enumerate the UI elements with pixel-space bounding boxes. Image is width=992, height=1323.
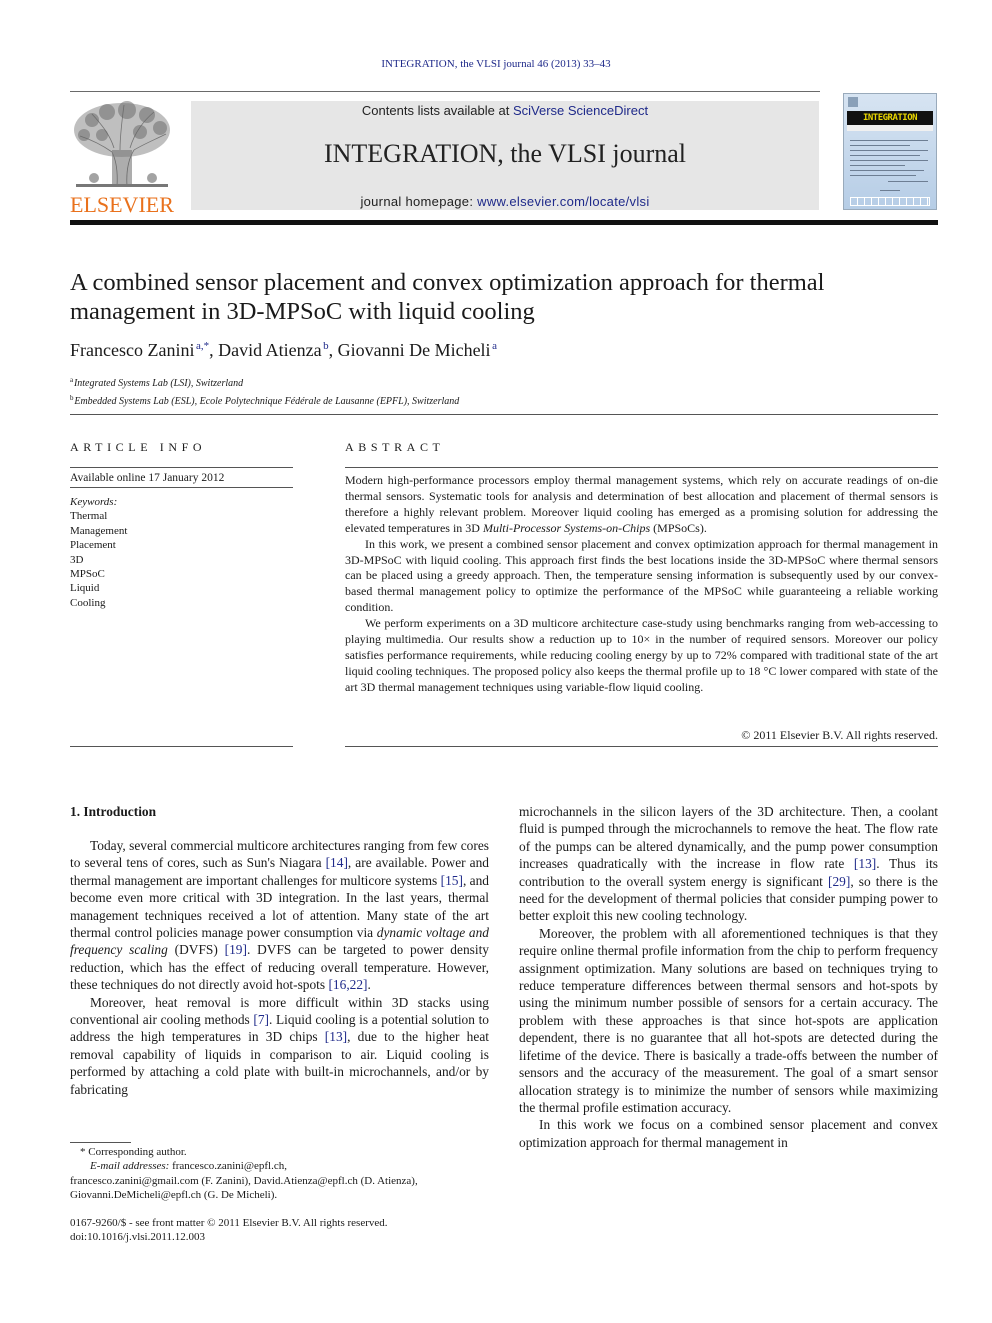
citation-link[interactable]: [29] bbox=[828, 874, 850, 889]
abstract-heading: ABSTRACT bbox=[345, 440, 445, 454]
author-name[interactable]: Giovanni De Micheli bbox=[338, 340, 491, 360]
cover-toc-line bbox=[850, 170, 924, 171]
cover-publisher-icon bbox=[848, 97, 858, 107]
abstract-paragraph: In this work, we present a combined sens… bbox=[345, 536, 938, 615]
abstract-italic-term: Multi-Processor Systems-on-Chips bbox=[482, 520, 651, 535]
affiliation-text: Embedded Systems Lab (ESL), Ecole Polyte… bbox=[74, 396, 460, 407]
elsevier-logo[interactable]: ELSEVIER bbox=[70, 100, 190, 217]
masthead-rule bbox=[70, 220, 938, 225]
affiliations: a Integrated Systems Lab (LSI), Switzerl… bbox=[70, 373, 459, 409]
homepage-prefix: journal homepage: bbox=[360, 194, 478, 209]
author-name[interactable]: Francesco Zanini bbox=[70, 340, 194, 360]
author-list: Francesco Zanini a,*, David Atienza b, G… bbox=[70, 340, 497, 360]
italic-term: dynamic voltage and frequency scaling bbox=[70, 925, 489, 958]
keyword: MPSoC bbox=[70, 568, 105, 581]
abstract-paragraph: We perform experiments on a 3D multicore… bbox=[345, 616, 938, 694]
email-addresses-line: E-mail addresses: francesco.zanini@epfl.… bbox=[70, 1159, 490, 1173]
affiliation-mark: b bbox=[70, 394, 74, 402]
email-addresses[interactable]: francesco.zanini@gmail.com (F. Zanini), … bbox=[70, 1174, 490, 1203]
citation-link[interactable]: [16,22] bbox=[328, 977, 367, 992]
abstract-body: Modern high-performance processors emplo… bbox=[345, 473, 938, 696]
copyright-notice: © 2011 Elsevier B.V. All rights reserved… bbox=[741, 728, 938, 742]
citation-link[interactable]: [7] bbox=[253, 1012, 269, 1027]
doi-link[interactable]: doi:10.1016/j.vlsi.2011.12.003 bbox=[70, 1230, 388, 1244]
journal-homepage-link[interactable]: www.elsevier.com/locate/vlsi bbox=[477, 194, 649, 209]
affiliation: b Embedded Systems Lab (ESL), Ecole Poly… bbox=[70, 391, 459, 409]
cover-toc-line bbox=[850, 145, 910, 146]
homepage-line: journal homepage: www.elsevier.com/locat… bbox=[191, 194, 819, 209]
body-paragraph: Moreover, heat removal is more difficult… bbox=[70, 994, 490, 1097]
citation-link[interactable]: [13] bbox=[325, 1029, 347, 1044]
cover-toc-line bbox=[850, 140, 928, 141]
issn-line: 0167-9260/$ - see front matter © 2011 El… bbox=[70, 1217, 388, 1229]
cover-toc-line bbox=[880, 190, 900, 191]
front-matter: 0167-9260/$ - see front matter © 2011 El… bbox=[70, 1216, 388, 1245]
affiliation-rule bbox=[70, 414, 938, 415]
email-label: E-mail addresses: bbox=[90, 1160, 170, 1173]
journal-name: INTEGRATION, the VLSI journal bbox=[323, 139, 687, 168]
cover-toc-line bbox=[850, 160, 928, 161]
divider bbox=[70, 467, 293, 468]
cover-title: INTEGRATION bbox=[847, 111, 933, 125]
footnotes: * Corresponding author. E-mail addresses… bbox=[70, 1145, 490, 1202]
article-title: A combined sensor placement and convex o… bbox=[70, 269, 825, 325]
keyword: Management bbox=[70, 524, 128, 537]
email-address[interactable]: francesco.zanini@epfl.ch, bbox=[169, 1160, 287, 1172]
cover-toc-line bbox=[850, 155, 920, 156]
abstract-paragraph: Modern high-performance processors emplo… bbox=[345, 473, 938, 537]
elsevier-tree-icon bbox=[74, 101, 170, 187]
journal-cover-thumbnail[interactable]: INTEGRATION bbox=[843, 93, 937, 210]
keyword: Thermal bbox=[70, 510, 108, 523]
author-marks[interactable]: a,* bbox=[196, 340, 209, 352]
contents-prefix: Contents lists available at bbox=[361, 103, 513, 118]
body-paragraph: Moreover, the problem with all aforement… bbox=[519, 925, 938, 1115]
affiliation-text: Integrated Systems Lab (LSI), Switzerlan… bbox=[73, 378, 244, 389]
cover-toc-line bbox=[850, 175, 916, 176]
citation-link[interactable]: [19] bbox=[225, 942, 247, 957]
body-column-right: microchannels in the silicon layers of t… bbox=[519, 803, 938, 1151]
corresponding-author-note: * Corresponding author. bbox=[80, 1146, 187, 1158]
keyword: Cooling bbox=[70, 596, 106, 609]
divider bbox=[70, 746, 293, 747]
divider bbox=[345, 467, 938, 468]
citation-link[interactable]: [15] bbox=[441, 873, 463, 888]
body-paragraph: Today, several commercial multicore arch… bbox=[70, 838, 489, 993]
journal-masthead: Contents lists available at SciVerse Sci… bbox=[191, 101, 819, 210]
citation-link[interactable]: [14] bbox=[326, 855, 348, 870]
elsevier-wordmark: ELSEVIER bbox=[70, 192, 174, 217]
cover-barcode bbox=[850, 197, 930, 206]
keywords-list: Keywords: Thermal Management Placement 3… bbox=[70, 495, 127, 610]
affiliation-mark: a bbox=[70, 376, 74, 384]
citation-link[interactable]: [13] bbox=[854, 856, 876, 871]
keyword: 3D bbox=[70, 553, 84, 566]
keyword: Placement bbox=[70, 539, 116, 552]
author-marks[interactable]: b bbox=[323, 340, 329, 352]
sciencedirect-link[interactable]: SciVerse ScienceDirect bbox=[513, 103, 648, 118]
divider bbox=[345, 746, 938, 747]
author-marks[interactable]: a bbox=[492, 340, 497, 352]
divider bbox=[70, 487, 293, 488]
header-rule bbox=[70, 91, 820, 92]
section-heading-introduction: 1. Introduction bbox=[70, 804, 157, 819]
keywords-label: Keywords: bbox=[70, 496, 118, 508]
cover-toc-line bbox=[850, 165, 905, 166]
body-paragraph: In this work we focus on a combined sens… bbox=[519, 1117, 938, 1150]
cover-toc-line bbox=[888, 181, 928, 182]
affiliation: a Integrated Systems Lab (LSI), Switzerl… bbox=[70, 373, 459, 391]
running-header[interactable]: INTEGRATION, the VLSI journal 46 (2013) … bbox=[0, 58, 992, 70]
cover-subtitle-band bbox=[847, 125, 933, 131]
contents-line: Contents lists available at SciVerse Sci… bbox=[191, 103, 819, 118]
footnote-rule bbox=[70, 1142, 131, 1143]
cover-toc-line bbox=[850, 150, 928, 151]
abstract-text: (MPSoCs). bbox=[650, 520, 707, 535]
author-name[interactable]: David Atienza bbox=[218, 340, 321, 360]
body-column-left: Today, several commercial multicore arch… bbox=[70, 837, 489, 1098]
body-paragraph: microchannels in the silicon layers of t… bbox=[519, 804, 938, 924]
available-online-date: Available online 17 January 2012 bbox=[70, 472, 225, 484]
keyword: Liquid bbox=[70, 582, 100, 595]
article-info-heading: ARTICLE INFO bbox=[70, 440, 207, 454]
